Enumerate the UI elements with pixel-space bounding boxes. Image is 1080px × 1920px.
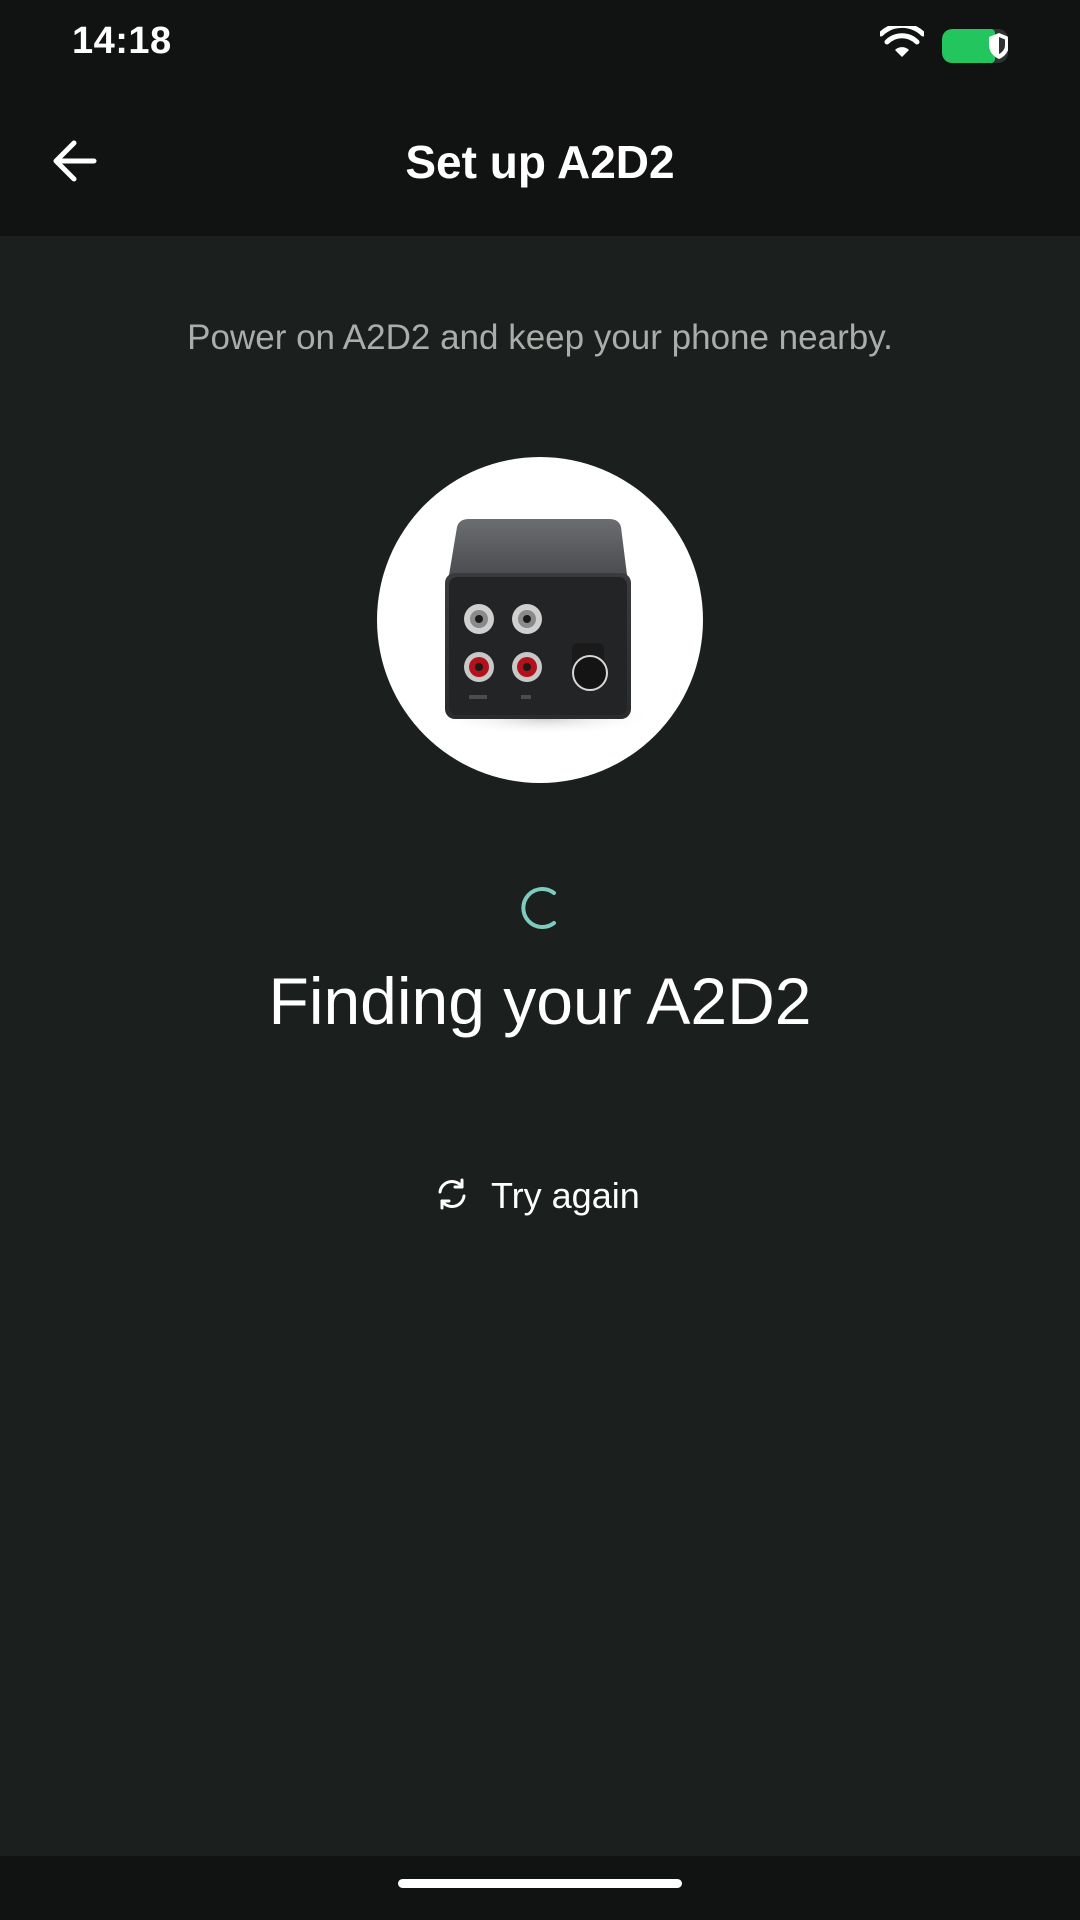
app-bar: Set up A2D2 [0,90,1080,236]
a2d2-device-image [377,457,703,783]
status-time: 14:18 [72,20,172,62]
instruction-text: Power on A2D2 and keep your phone nearby… [187,318,893,357]
wifi-icon [878,22,926,65]
try-again-button[interactable]: Try again [435,1166,640,1226]
page-title: Set up A2D2 [405,136,675,188]
system-nav-bar [0,1856,1080,1920]
try-again-label: Try again [491,1175,640,1216]
main-content: Power on A2D2 and keep your phone nearby… [0,236,1080,1856]
home-indicator[interactable] [398,1879,682,1888]
status-icons [878,22,1008,65]
shield-icon [986,29,1008,63]
loading-spinner-icon [517,885,563,931]
setup-screen: 14:18 Set up A2D2 Power on A2D2 and keep… [0,0,1080,1920]
battery-icon [942,28,1008,63]
refresh-icon [435,1177,469,1216]
finding-status-title: Finding your A2D2 [268,964,812,1038]
status-bar: 14:18 [0,0,1080,90]
